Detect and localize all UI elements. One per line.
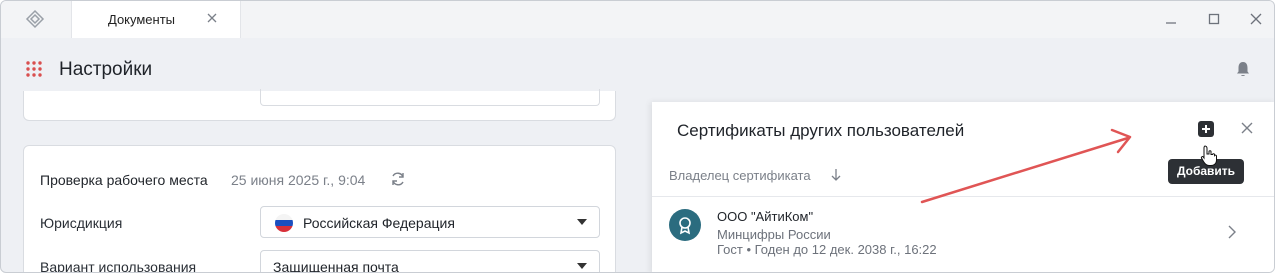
partial-field[interactable] [260, 89, 600, 106]
page-title: Настройки [59, 59, 153, 80]
maximize-icon[interactable] [1206, 11, 1222, 27]
app-window: Документы Настройки Проверка рабочего ме… [0, 0, 1275, 273]
tab-documents[interactable]: Документы [71, 1, 241, 38]
window-close-icon[interactable] [1248, 11, 1264, 27]
workplace-check-date: 25 июня 2025 г., 9:04 [231, 172, 366, 188]
column-header-owner[interactable]: Владелец сертификата [669, 168, 811, 183]
close-icon[interactable] [1240, 121, 1254, 135]
usage-variant-value: Защищенная почта [273, 259, 399, 273]
certificate-issuer: Минцифры России [717, 227, 831, 242]
usage-variant-select[interactable]: Защищенная почта [260, 250, 600, 273]
chevron-down-icon [577, 219, 587, 225]
tab-label: Документы [108, 12, 176, 27]
usage-variant-label: Вариант использования [40, 259, 197, 273]
jurisdiction-select[interactable]: Российская Федерация [260, 206, 600, 238]
apps-grid-icon[interactable] [26, 61, 42, 77]
annotation-arrow [920, 128, 1132, 204]
chevron-down-icon [577, 263, 587, 269]
bell-icon[interactable] [1234, 60, 1252, 78]
close-icon[interactable] [205, 11, 219, 25]
certificate-icon [669, 209, 701, 241]
refresh-icon[interactable] [389, 170, 407, 188]
sort-down-icon[interactable] [830, 168, 842, 182]
title-bar: Документы [1, 1, 1274, 38]
certificate-meta: Гост • Годен до 12 дек. 2038 г., 16:22 [717, 242, 937, 257]
chevron-right-icon [1228, 225, 1236, 239]
app-logo-icon [25, 9, 45, 29]
jurisdiction-label: Юрисдикция [40, 215, 123, 231]
settings-card-partial [23, 89, 616, 121]
workplace-check-title: Проверка рабочего места [40, 172, 208, 188]
russia-flag-icon [275, 214, 293, 232]
add-icon[interactable] [1198, 121, 1214, 137]
workplace-check-card: Проверка рабочего места 25 июня 2025 г.,… [23, 145, 616, 273]
jurisdiction-value: Российская Федерация [303, 215, 455, 231]
minimize-icon[interactable] [1163, 11, 1179, 27]
certificate-owner: ООО "АйтиКом" [717, 209, 814, 224]
cursor-icon [1200, 145, 1217, 166]
